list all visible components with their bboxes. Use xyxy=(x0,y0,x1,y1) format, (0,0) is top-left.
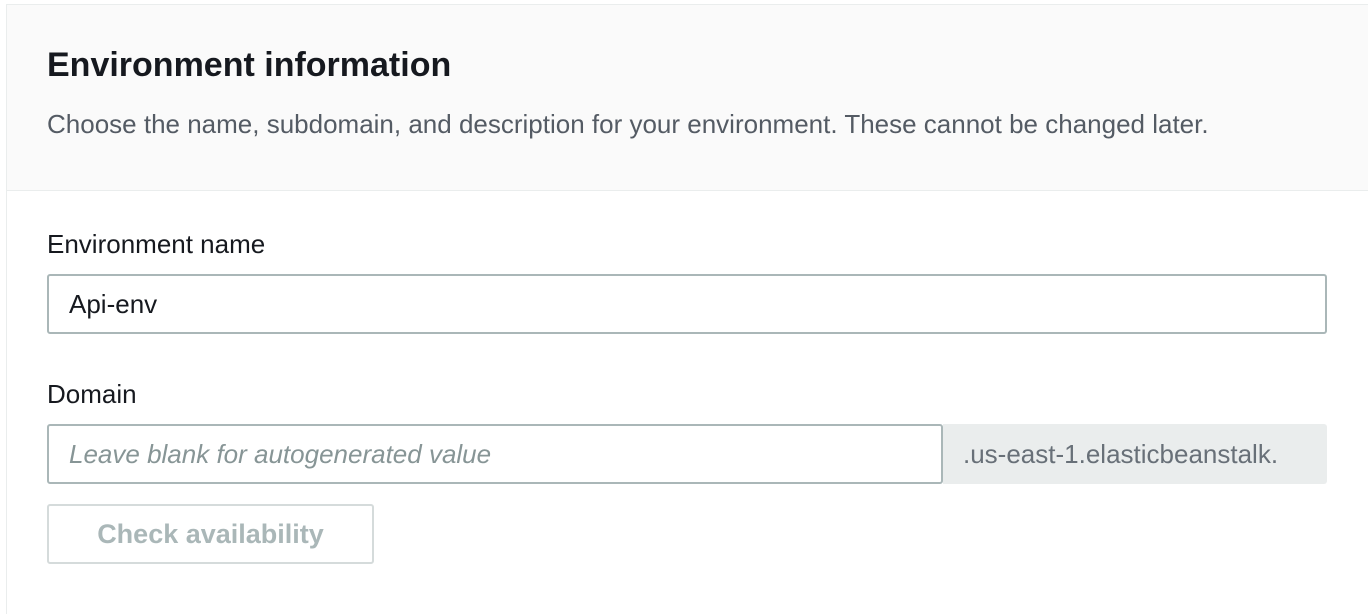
domain-label: Domain xyxy=(47,379,137,409)
panel-title: Environment information xyxy=(47,46,452,84)
panel-header: Environment information Choose the name,… xyxy=(7,5,1368,191)
environment-information-panel: Environment information Choose the name,… xyxy=(6,4,1368,614)
check-availability-button[interactable]: Check availability xyxy=(47,504,374,564)
domain-input[interactable] xyxy=(47,424,943,484)
environment-name-label: Environment name xyxy=(47,229,266,259)
domain-suffix: .us-east-1.elasticbeanstalk. xyxy=(943,424,1327,484)
panel-description: Choose the name, subdomain, and descript… xyxy=(47,109,1209,139)
environment-name-input[interactable] xyxy=(47,274,1327,334)
